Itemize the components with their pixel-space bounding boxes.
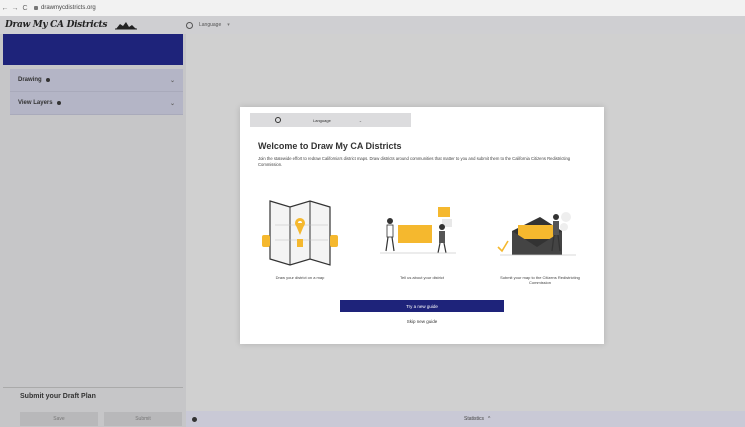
globe-icon <box>186 21 193 29</box>
step-caption: Submit your map to the Citizens Redistri… <box>500 275 580 285</box>
submit-title: Submit your Draft Plan <box>20 393 96 400</box>
submit-button[interactable]: Submit <box>104 412 182 426</box>
team-illustration-icon <box>380 207 456 254</box>
sidebar-banner <box>3 34 183 65</box>
divider <box>3 387 183 388</box>
statistics-bar[interactable]: Statistics ^ <box>186 411 745 427</box>
submit-buttons: Save Submit <box>20 412 182 426</box>
browser-toolbar: ← → C drawmycdistricts.org <box>0 0 745 17</box>
back-button[interactable]: ← <box>0 5 10 12</box>
language-selector[interactable]: Language <box>199 22 221 28</box>
sidebar-item-drawing[interactable]: Drawing ⌄ <box>10 69 183 92</box>
map-illustration-icon <box>262 200 338 266</box>
language-label: Language <box>313 117 331 123</box>
sidebar-item-label: Drawing <box>18 77 42 83</box>
statistics-label: Statistics <box>464 416 485 422</box>
sidebar: Draw My CA Districts Drawing ⌄ View Laye… <box>0 16 186 427</box>
modal-title: Welcome to Draw My CA Districts <box>258 141 402 151</box>
info-icon[interactable] <box>45 78 50 82</box>
chevron-down-icon: ⌄ <box>358 117 363 123</box>
modal-description: Join the statewide effort to redraw Cali… <box>258 156 571 167</box>
chevron-down-icon[interactable]: ▾ <box>227 22 230 28</box>
settings-icon[interactable] <box>192 416 197 422</box>
forward-button[interactable]: → <box>10 5 20 12</box>
sidebar-item-label: View Layers <box>18 100 53 106</box>
brand[interactable]: Draw My CA Districts <box>0 16 186 34</box>
map-topbar: Language ▾ <box>186 16 745 34</box>
save-button[interactable]: Save <box>20 412 98 426</box>
url-text: drawmycdistricts.org <box>41 5 96 11</box>
step-caption: Tell us about your district <box>399 275 445 280</box>
envelope-illustration-icon <box>497 212 576 256</box>
reload-button[interactable]: C <box>20 5 30 12</box>
modal-language-selector[interactable]: Language ⌄ <box>250 113 411 127</box>
address-bar[interactable]: drawmycdistricts.org <box>34 5 96 11</box>
brand-title: Draw My CA Districts <box>5 20 108 30</box>
skip-guide-link[interactable]: Skip new guide <box>340 319 504 324</box>
step-caption: Draw your district on a map <box>275 275 325 280</box>
chevron-down-icon: ⌄ <box>169 77 175 84</box>
statistics-toggle[interactable]: Statistics ^ <box>464 416 490 422</box>
globe-icon <box>275 117 281 123</box>
sidebar-item-view-layers[interactable]: View Layers ⌄ <box>10 92 183 115</box>
chevron-up-icon: ^ <box>488 416 491 422</box>
bear-logo-icon <box>113 20 139 30</box>
lock-icon <box>34 6 38 10</box>
info-icon[interactable] <box>56 101 61 105</box>
start-guide-button[interactable]: Try a new guide <box>340 300 504 312</box>
welcome-modal: Language ⌄ Welcome to Draw My CA Distric… <box>240 107 604 344</box>
chevron-down-icon: ⌄ <box>169 100 175 107</box>
